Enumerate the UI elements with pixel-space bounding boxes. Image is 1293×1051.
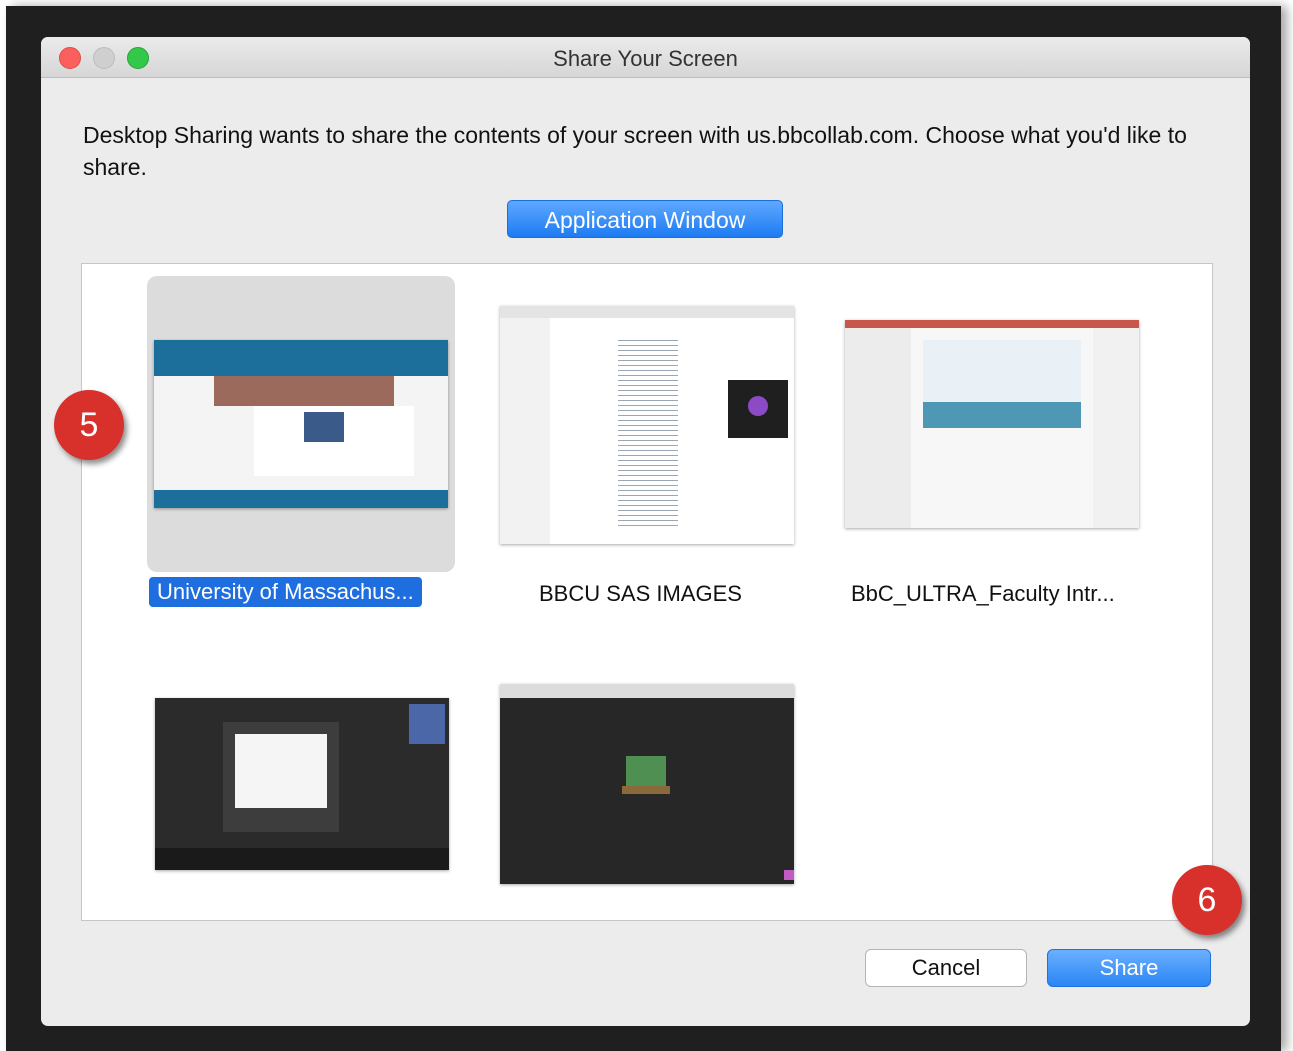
window-thumbnail <box>154 340 448 508</box>
window-label: BbC_ULTRA_Faculty Intr... <box>851 581 1115 606</box>
application-window-tab[interactable]: Application Window <box>507 200 783 238</box>
cancel-button[interactable]: Cancel <box>865 949 1027 987</box>
window-title: Share Your Screen <box>553 46 738 71</box>
step-5-callout: 5 <box>54 390 124 460</box>
window-picker-grid: University of Massachus... BBCU SAS IMAG… <box>81 263 1213 921</box>
window-thumbnail <box>500 684 794 884</box>
window-thumbnail <box>845 320 1139 528</box>
share-button[interactable]: Share <box>1047 949 1211 987</box>
share-prompt-message: Desktop Sharing wants to share the conte… <box>83 122 1187 180</box>
window-thumbnail <box>500 306 794 544</box>
window-thumbnail <box>155 698 449 870</box>
window-label: University of Massachus... <box>149 577 422 607</box>
title-bar: Share Your Screen <box>41 37 1250 78</box>
step-6-callout: 6 <box>1172 865 1242 935</box>
share-screen-dialog: Share Your Screen Desktop Sharing wants … <box>41 37 1250 1026</box>
window-label: BBCU SAS IMAGES <box>539 581 742 606</box>
